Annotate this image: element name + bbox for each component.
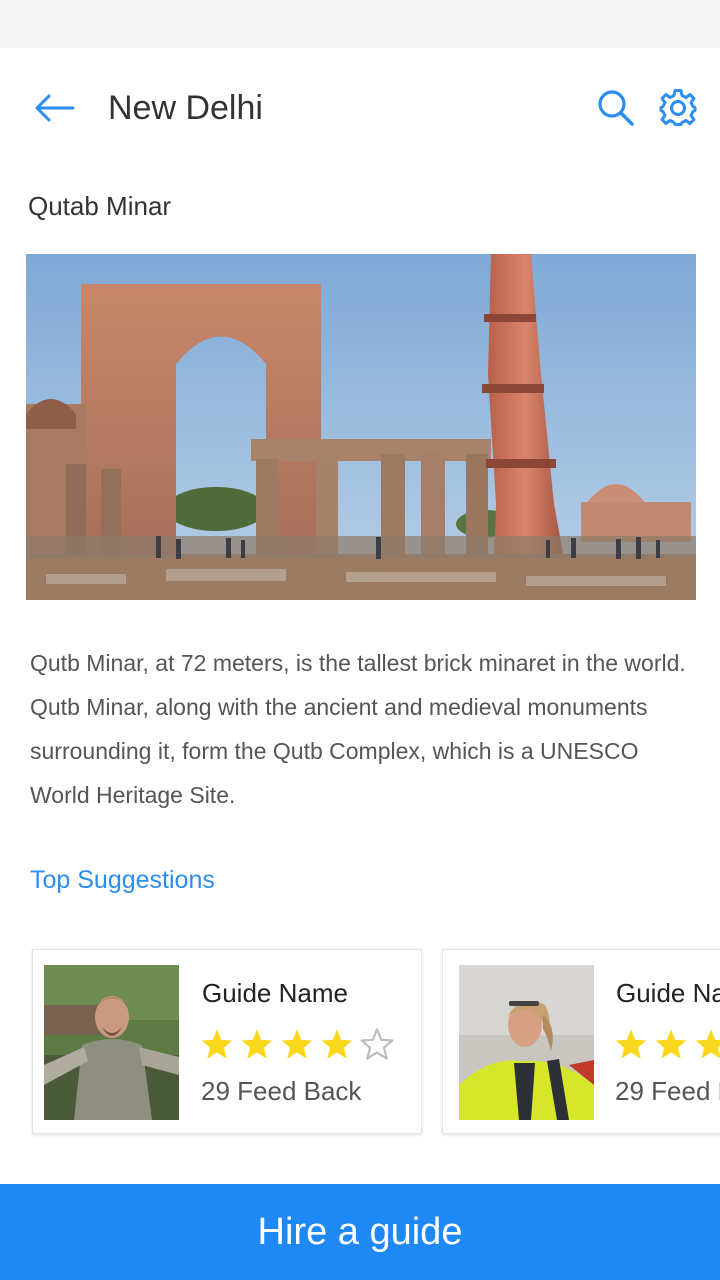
settings-button[interactable] <box>654 84 702 132</box>
guide-photo <box>44 965 179 1120</box>
feedback-count: 29 Feed Back <box>615 1076 720 1106</box>
guide-name: Guide Name <box>616 978 720 1008</box>
rating-stars <box>197 1026 397 1062</box>
rating-stars <box>611 1026 720 1062</box>
guide-carousel[interactable]: Guide Name 29 Feed Back Guide Na 29 Feed <box>0 948 720 1138</box>
app-bar: New Delhi <box>0 48 720 168</box>
gear-icon <box>659 89 697 126</box>
place-title: Qutab Minar <box>28 191 172 221</box>
guide-card[interactable]: Guide Name 29 Feed Back <box>32 949 422 1134</box>
place-description: Qutb Minar, at 72 meters, is the tallest… <box>30 650 686 808</box>
top-suggestions-heading[interactable]: Top Suggestions <box>30 862 215 898</box>
search-icon <box>598 90 634 126</box>
back-button[interactable] <box>26 84 82 132</box>
star-filled-icon <box>237 1026 277 1062</box>
star-filled-icon <box>691 1026 720 1062</box>
star-filled-icon <box>651 1026 691 1062</box>
star-filled-icon <box>197 1026 237 1062</box>
place-photo <box>26 254 696 600</box>
star-filled-icon <box>277 1026 317 1062</box>
guide-name: Guide Name <box>202 978 348 1008</box>
guide-card[interactable]: Guide Name 29 Feed Back <box>442 949 720 1134</box>
feedback-count: 29 Feed Back <box>201 1076 362 1106</box>
star-empty-icon <box>357 1026 397 1062</box>
page-title: New Delhi <box>108 89 263 127</box>
arrow-left-icon <box>35 94 75 122</box>
search-button[interactable] <box>592 84 640 132</box>
star-filled-icon <box>317 1026 357 1062</box>
star-filled-icon <box>611 1026 651 1062</box>
guide-photo <box>459 965 594 1120</box>
status-bar <box>0 0 720 48</box>
hire-guide-button[interactable]: Hire a guide <box>0 1184 720 1280</box>
